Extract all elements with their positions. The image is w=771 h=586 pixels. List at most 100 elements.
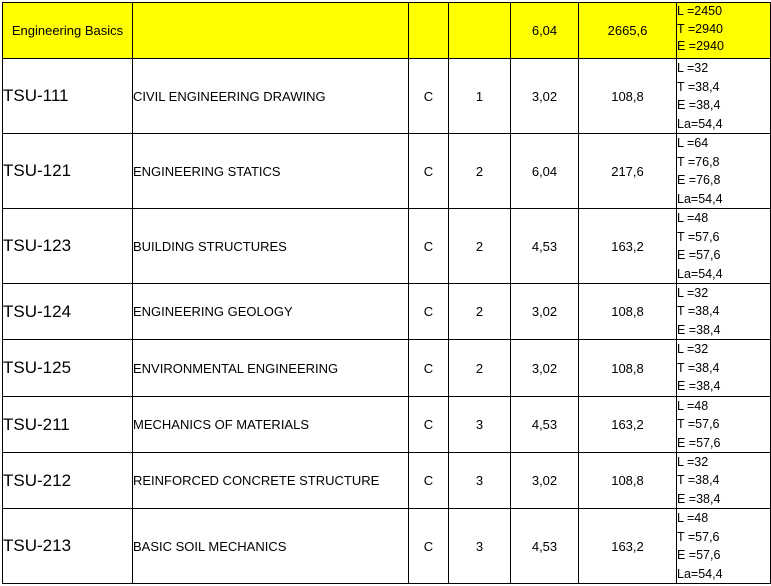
course-hours: 108,8 xyxy=(578,452,677,509)
course-name: MECHANICS OF MATERIALS xyxy=(132,396,409,453)
breakdown-line: E =38,4 xyxy=(677,379,721,394)
course-credits: 4,53 xyxy=(510,508,579,584)
breakdown-line: E =38,4 xyxy=(677,491,721,506)
course-credits: 3,02 xyxy=(510,58,579,134)
table-row: TSU-213 BASIC SOIL MECHANICS C 3 4,53 163,2 L … xyxy=(2,508,771,584)
table-row: TSU-211 MECHANICS OF MATERIALS C 3 4,53 163,2… xyxy=(2,396,771,453)
course-semester: 1 xyxy=(448,58,511,134)
header-row: Engineering Basics 6,04 2665,6 L =2450 T… xyxy=(2,2,771,59)
course-name: ENGINEERING GEOLOGY xyxy=(132,283,409,340)
course-code: TSU-111 xyxy=(2,58,133,134)
course-hours: 217,6 xyxy=(578,133,677,209)
course-breakdown: L =32 T =38,4 E =38,4 xyxy=(676,452,771,509)
course-code: TSU-213 xyxy=(2,508,133,584)
course-type: C xyxy=(408,208,449,284)
breakdown-line: T =38,4 xyxy=(677,360,720,375)
breakdown-line: L =48 xyxy=(677,399,709,413)
course-type: C xyxy=(408,396,449,453)
course-credits: 6,04 xyxy=(510,133,579,209)
course-name: ENVIRONMENTAL ENGINEERING xyxy=(132,339,409,397)
breakdown-line: La=54,4 xyxy=(677,191,723,206)
breakdown-line: L =64 xyxy=(677,136,709,150)
course-code: TSU-211 xyxy=(2,396,133,453)
breakdown-line: E =38,4 xyxy=(677,98,721,112)
breakdown-line: T =57,6 xyxy=(677,229,720,244)
course-breakdown: L =64 T =76,8 E =76,8 La=54,4 xyxy=(676,133,771,209)
header-empty-type xyxy=(408,2,449,59)
breakdown-line: T =38,4 xyxy=(677,473,720,488)
course-breakdown: L =48 T =57,6 E =57,6 La=54,4 xyxy=(676,208,771,284)
course-semester: 3 xyxy=(448,508,511,584)
table-row: TSU-111 CIVIL ENGINEERING DRAWING C 1 3,02 10… xyxy=(2,58,771,134)
table-row: TSU-125 ENVIRONMENTAL ENGINEERING C 2 3,02 10… xyxy=(2,339,771,397)
header-empty-name xyxy=(132,2,409,59)
table-row: TSU-124 ENGINEERING GEOLOGY C 2 3,02 108,8 L =… xyxy=(2,283,771,340)
course-code: TSU-124 xyxy=(2,283,133,340)
breakdown-line: L =32 xyxy=(677,61,709,75)
course-hours: 163,2 xyxy=(578,396,677,453)
course-hours: 108,8 xyxy=(578,58,677,134)
breakdown-line: T =57,6 xyxy=(677,529,720,544)
breakdown-line: T =38,4 xyxy=(677,79,720,94)
course-code: TSU-121 xyxy=(2,133,133,209)
course-semester: 3 xyxy=(448,452,511,509)
course-type: C xyxy=(408,283,449,340)
course-name: BASIC SOIL MECHANICS xyxy=(132,508,409,584)
breakdown-line: L =48 xyxy=(677,211,709,225)
breakdown-line: E =57,6 xyxy=(677,548,721,562)
course-code: TSU-123 xyxy=(2,208,133,284)
breakdown-line: T =2940 xyxy=(677,21,724,36)
table-row: TSU-212 REINFORCED CONCRETE STRUCTURE C 3 3,… xyxy=(2,452,771,509)
breakdown-line: L =2450 xyxy=(677,4,723,18)
course-name: REINFORCED CONCRETE STRUCTURE xyxy=(132,452,409,509)
breakdown-line: T =38,4 xyxy=(677,304,720,319)
header-empty-semester xyxy=(448,2,511,59)
course-type: C xyxy=(408,508,449,584)
course-hours: 163,2 xyxy=(578,508,677,584)
breakdown-line: La=54,4 xyxy=(677,566,723,581)
course-code: TSU-212 xyxy=(2,452,133,509)
course-breakdown: L =48 T =57,6 E =57,6 xyxy=(676,396,771,453)
table-row: TSU-123 BUILDING STRUCTURES C 2 4,53 163,2 L =… xyxy=(2,208,771,284)
course-semester: 2 xyxy=(448,339,511,397)
breakdown-line: La=54,4 xyxy=(677,116,723,131)
header-hours: 2665,6 xyxy=(578,2,677,59)
breakdown-line: T =76,8 xyxy=(677,154,720,169)
course-code: TSU-125 xyxy=(2,339,133,397)
course-breakdown: L =32 T =38,4 E =38,4 xyxy=(676,283,771,340)
breakdown-line: L =32 xyxy=(677,342,709,356)
course-hours: 108,8 xyxy=(578,339,677,397)
course-name: ENGINEERING STATICS xyxy=(132,133,409,209)
table-body: Engineering Basics 6,04 2665,6 L =2450 T… xyxy=(2,2,771,584)
breakdown-line: L =32 xyxy=(677,455,709,469)
course-type: C xyxy=(408,133,449,209)
course-credits: 3,02 xyxy=(510,452,579,509)
curriculum-table: Engineering Basics 6,04 2665,6 L =2450 T… xyxy=(2,2,771,584)
breakdown-line: La=54,4 xyxy=(677,266,723,281)
breakdown-line: E =38,4 xyxy=(677,322,721,337)
breakdown-line: E =76,8 xyxy=(677,173,721,187)
course-semester: 3 xyxy=(448,396,511,453)
course-type: C xyxy=(408,58,449,134)
course-breakdown: L =32 T =38,4 E =38,4 xyxy=(676,339,771,397)
course-type: C xyxy=(408,339,449,397)
breakdown-line: L =32 xyxy=(677,286,709,300)
course-credits: 4,53 xyxy=(510,396,579,453)
course-name: CIVIL ENGINEERING DRAWING xyxy=(132,58,409,134)
header-breakdown: L =2450 T =2940 E =2940 xyxy=(676,2,771,59)
course-credits: 3,02 xyxy=(510,283,579,340)
course-type: C xyxy=(408,452,449,509)
course-breakdown: L =48 T =57,6 E =57,6 La=54,4 xyxy=(676,508,771,584)
breakdown-line: E =57,6 xyxy=(677,435,721,450)
course-semester: 2 xyxy=(448,133,511,209)
course-semester: 2 xyxy=(448,208,511,284)
breakdown-line: L =48 xyxy=(677,511,709,525)
section-title: Engineering Basics xyxy=(2,2,133,59)
course-hours: 163,2 xyxy=(578,208,677,284)
course-name: BUILDING STRUCTURES xyxy=(132,208,409,284)
course-hours: 108,8 xyxy=(578,283,677,340)
course-semester: 2 xyxy=(448,283,511,340)
course-credits: 4,53 xyxy=(510,208,579,284)
breakdown-line: T =57,6 xyxy=(677,417,720,432)
course-breakdown: L =32 T =38,4 E =38,4 La=54,4 xyxy=(676,58,771,134)
